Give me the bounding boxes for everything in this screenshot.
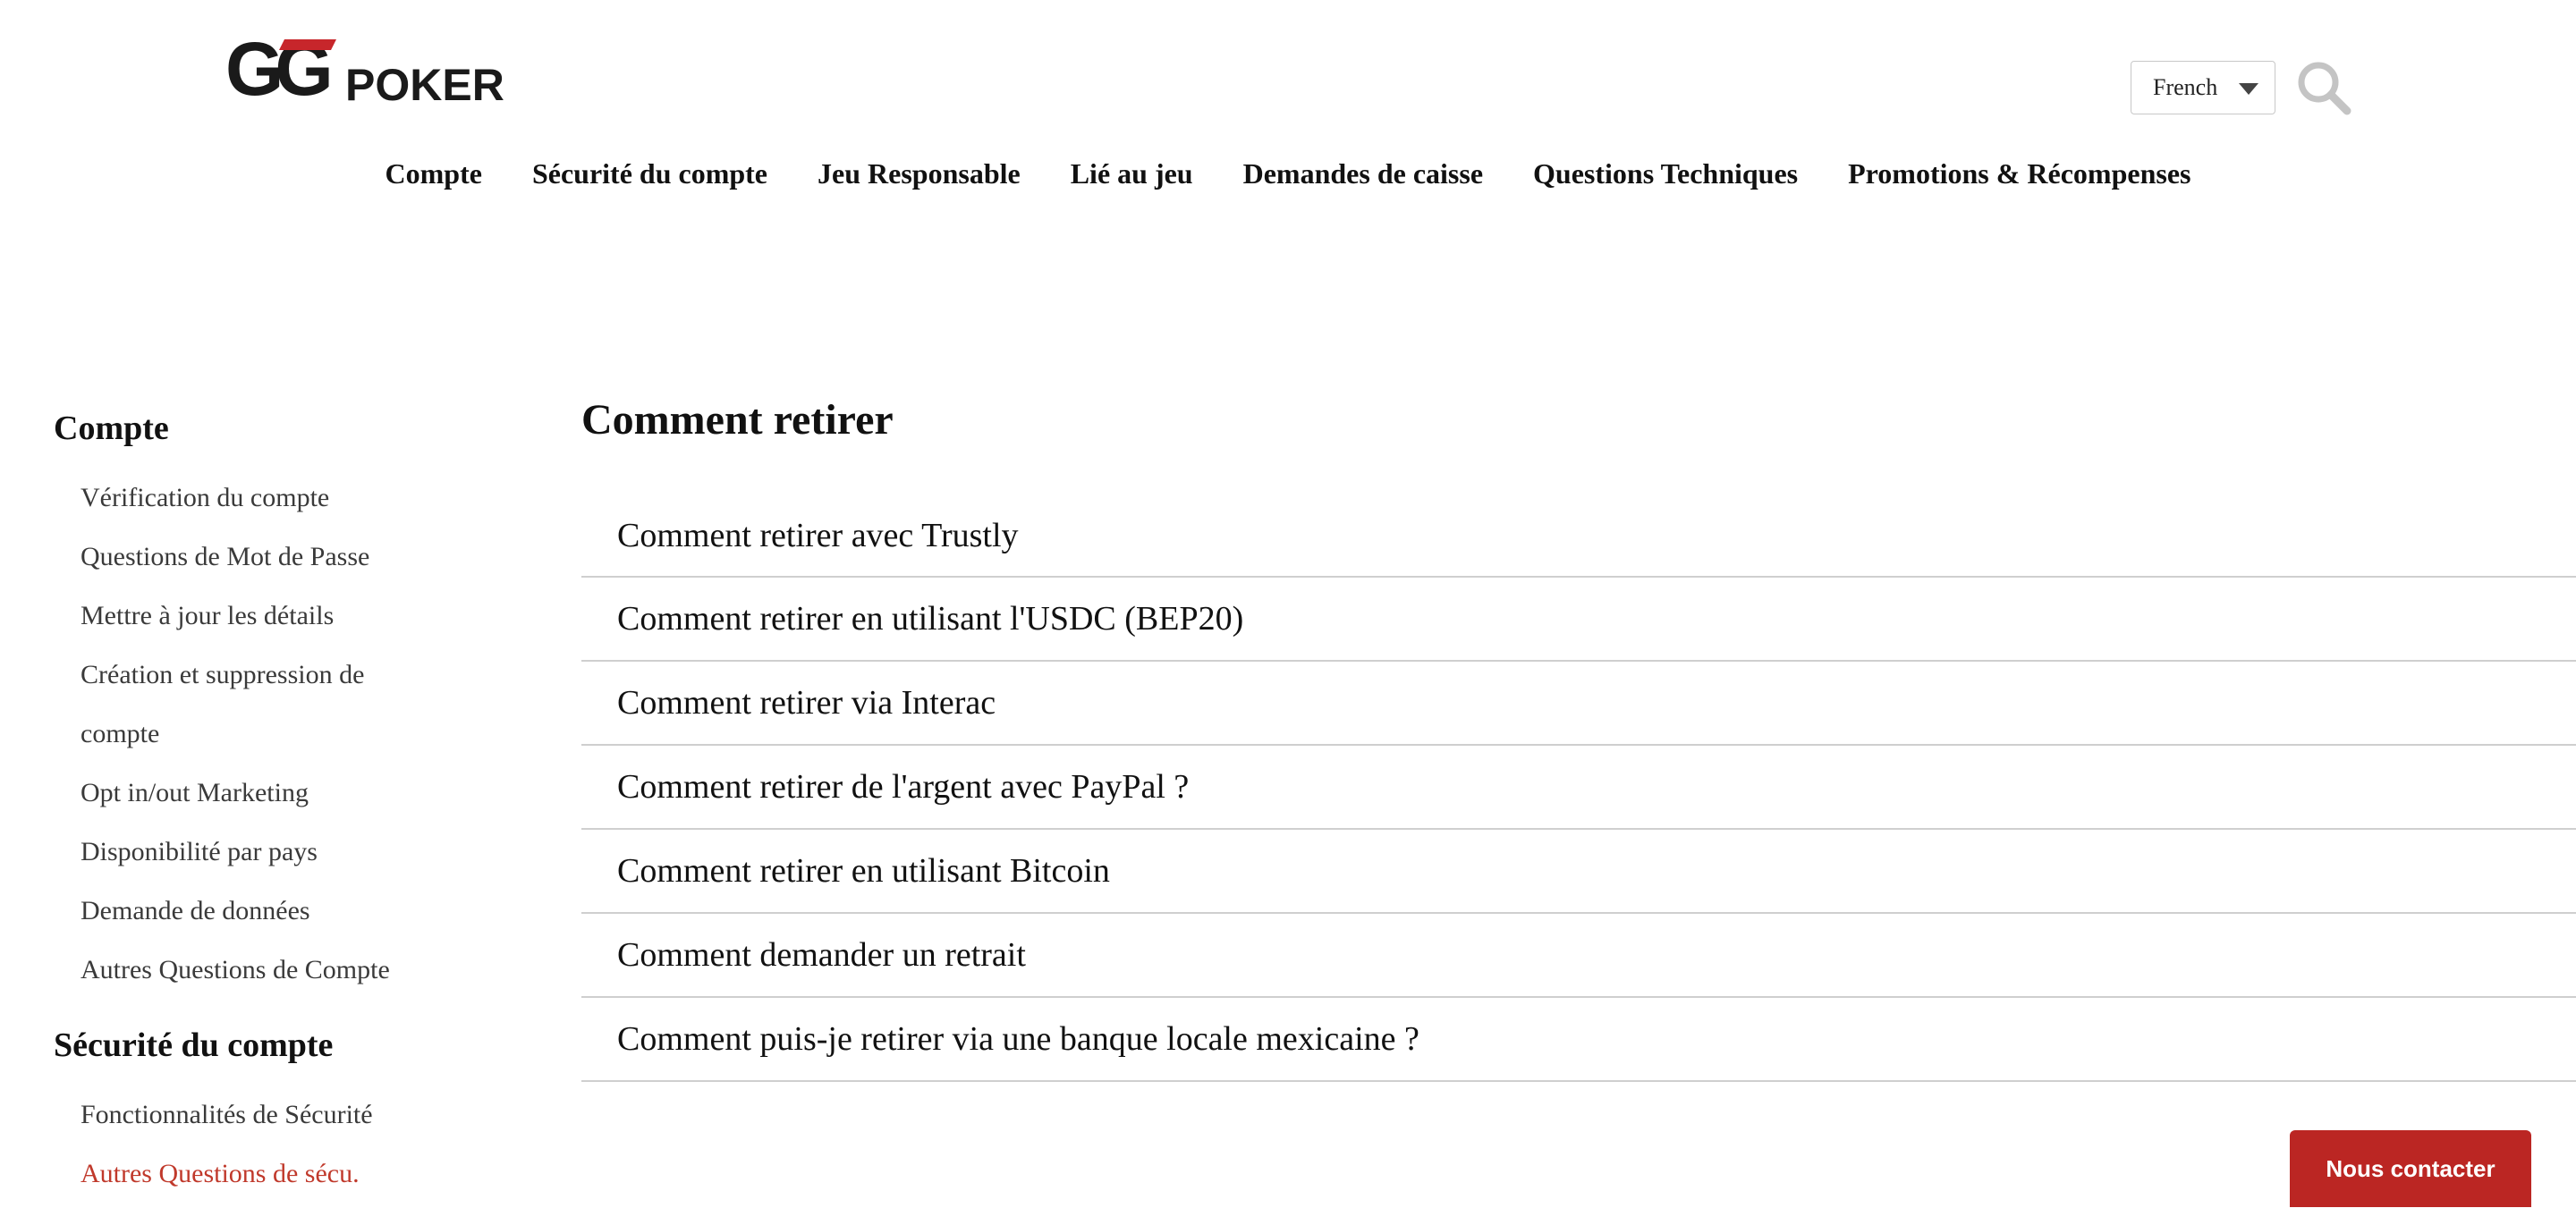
nav-securite-du-compte[interactable]: Sécurité du compte <box>532 157 767 190</box>
sidebar-list-compte: Vérification du compte Questions de Mot … <box>54 469 474 1000</box>
sidebar-heading-securite[interactable]: Sécurité du compte <box>54 1021 474 1069</box>
sidebar-item-autres-questions-compte[interactable]: Autres Questions de Compte <box>54 941 474 1000</box>
article-link[interactable]: Comment retirer de l'argent avec PayPal … <box>581 746 2576 830</box>
sidebar-item-autres-questions-secu[interactable]: Autres Questions de sécu. <box>54 1145 474 1204</box>
ggpoker-logo[interactable]: GG POKER <box>225 27 530 111</box>
sidebar-list-securite: Fonctionnalités de Sécurité Autres Quest… <box>54 1086 474 1204</box>
article-link[interactable]: Comment retirer avec Trustly <box>581 495 2576 578</box>
sidebar-item-disponibilite-par-pays[interactable]: Disponibilité par pays <box>54 823 474 882</box>
nav-demandes-de-caisse[interactable]: Demandes de caisse <box>1243 157 1483 190</box>
nav-jeu-responsable[interactable]: Jeu Responsable <box>818 157 1021 190</box>
nav-lie-au-jeu[interactable]: Lié au jeu <box>1071 157 1193 190</box>
nav-questions-techniques[interactable]: Questions Techniques <box>1533 157 1798 190</box>
nav-promotions-recompenses[interactable]: Promotions & Récompenses <box>1848 157 2190 190</box>
article-link[interactable]: Comment puis-je retirer via une banque l… <box>581 998 2576 1082</box>
language-select[interactable]: French <box>2131 61 2275 114</box>
top-navigation: Compte Sécurité du compte Jeu Responsabl… <box>0 157 2576 190</box>
sidebar-item-demande-de-donnees[interactable]: Demande de données <box>54 882 474 941</box>
sidebar-item-verification-du-compte[interactable]: Vérification du compte <box>54 469 474 528</box>
nav-compte[interactable]: Compte <box>386 157 482 190</box>
ggpoker-logo-graphic: GG POKER <box>225 27 504 111</box>
page-title: Comment retirer <box>581 396 894 444</box>
chevron-down-icon <box>2239 83 2258 95</box>
main-content: Comment retirer Comment retirer avec Tru… <box>581 392 2576 1082</box>
article-link[interactable]: Comment retirer via Interac <box>581 662 2576 746</box>
sidebar-heading-compte[interactable]: Compte <box>54 404 474 452</box>
article-link[interactable]: Comment demander un retrait <box>581 914 2576 998</box>
sidebar-item-questions-mot-de-passe[interactable]: Questions de Mot de Passe <box>54 528 474 587</box>
svg-text:POKER: POKER <box>345 60 504 106</box>
article-link[interactable]: Comment retirer en utilisant Bitcoin <box>581 830 2576 914</box>
search-button[interactable] <box>2295 59 2354 118</box>
sidebar: Compte Vérification du compte Questions … <box>54 404 474 1225</box>
sidebar-item-opt-in-out[interactable]: Opt in/out Marketing <box>54 764 474 823</box>
search-icon <box>2298 62 2351 115</box>
sidebar-item-fonctionnalites-securite[interactable]: Fonctionnalités de Sécurité <box>54 1086 474 1145</box>
sidebar-item-mettre-a-jour[interactable]: Mettre à jour les détails <box>54 587 474 646</box>
contact-us-button[interactable]: Nous contacter <box>2290 1130 2531 1207</box>
sidebar-item-creation-suppression-cont[interactable]: compte <box>54 705 474 764</box>
language-select-value: French <box>2153 74 2218 100</box>
article-link[interactable]: Comment retirer en utilisant l'USDC (BEP… <box>581 578 2576 662</box>
sidebar-item-creation-suppression[interactable]: Création et suppression de <box>54 646 474 705</box>
article-list: Comment retirer avec Trustly Comment ret… <box>581 495 2576 1082</box>
